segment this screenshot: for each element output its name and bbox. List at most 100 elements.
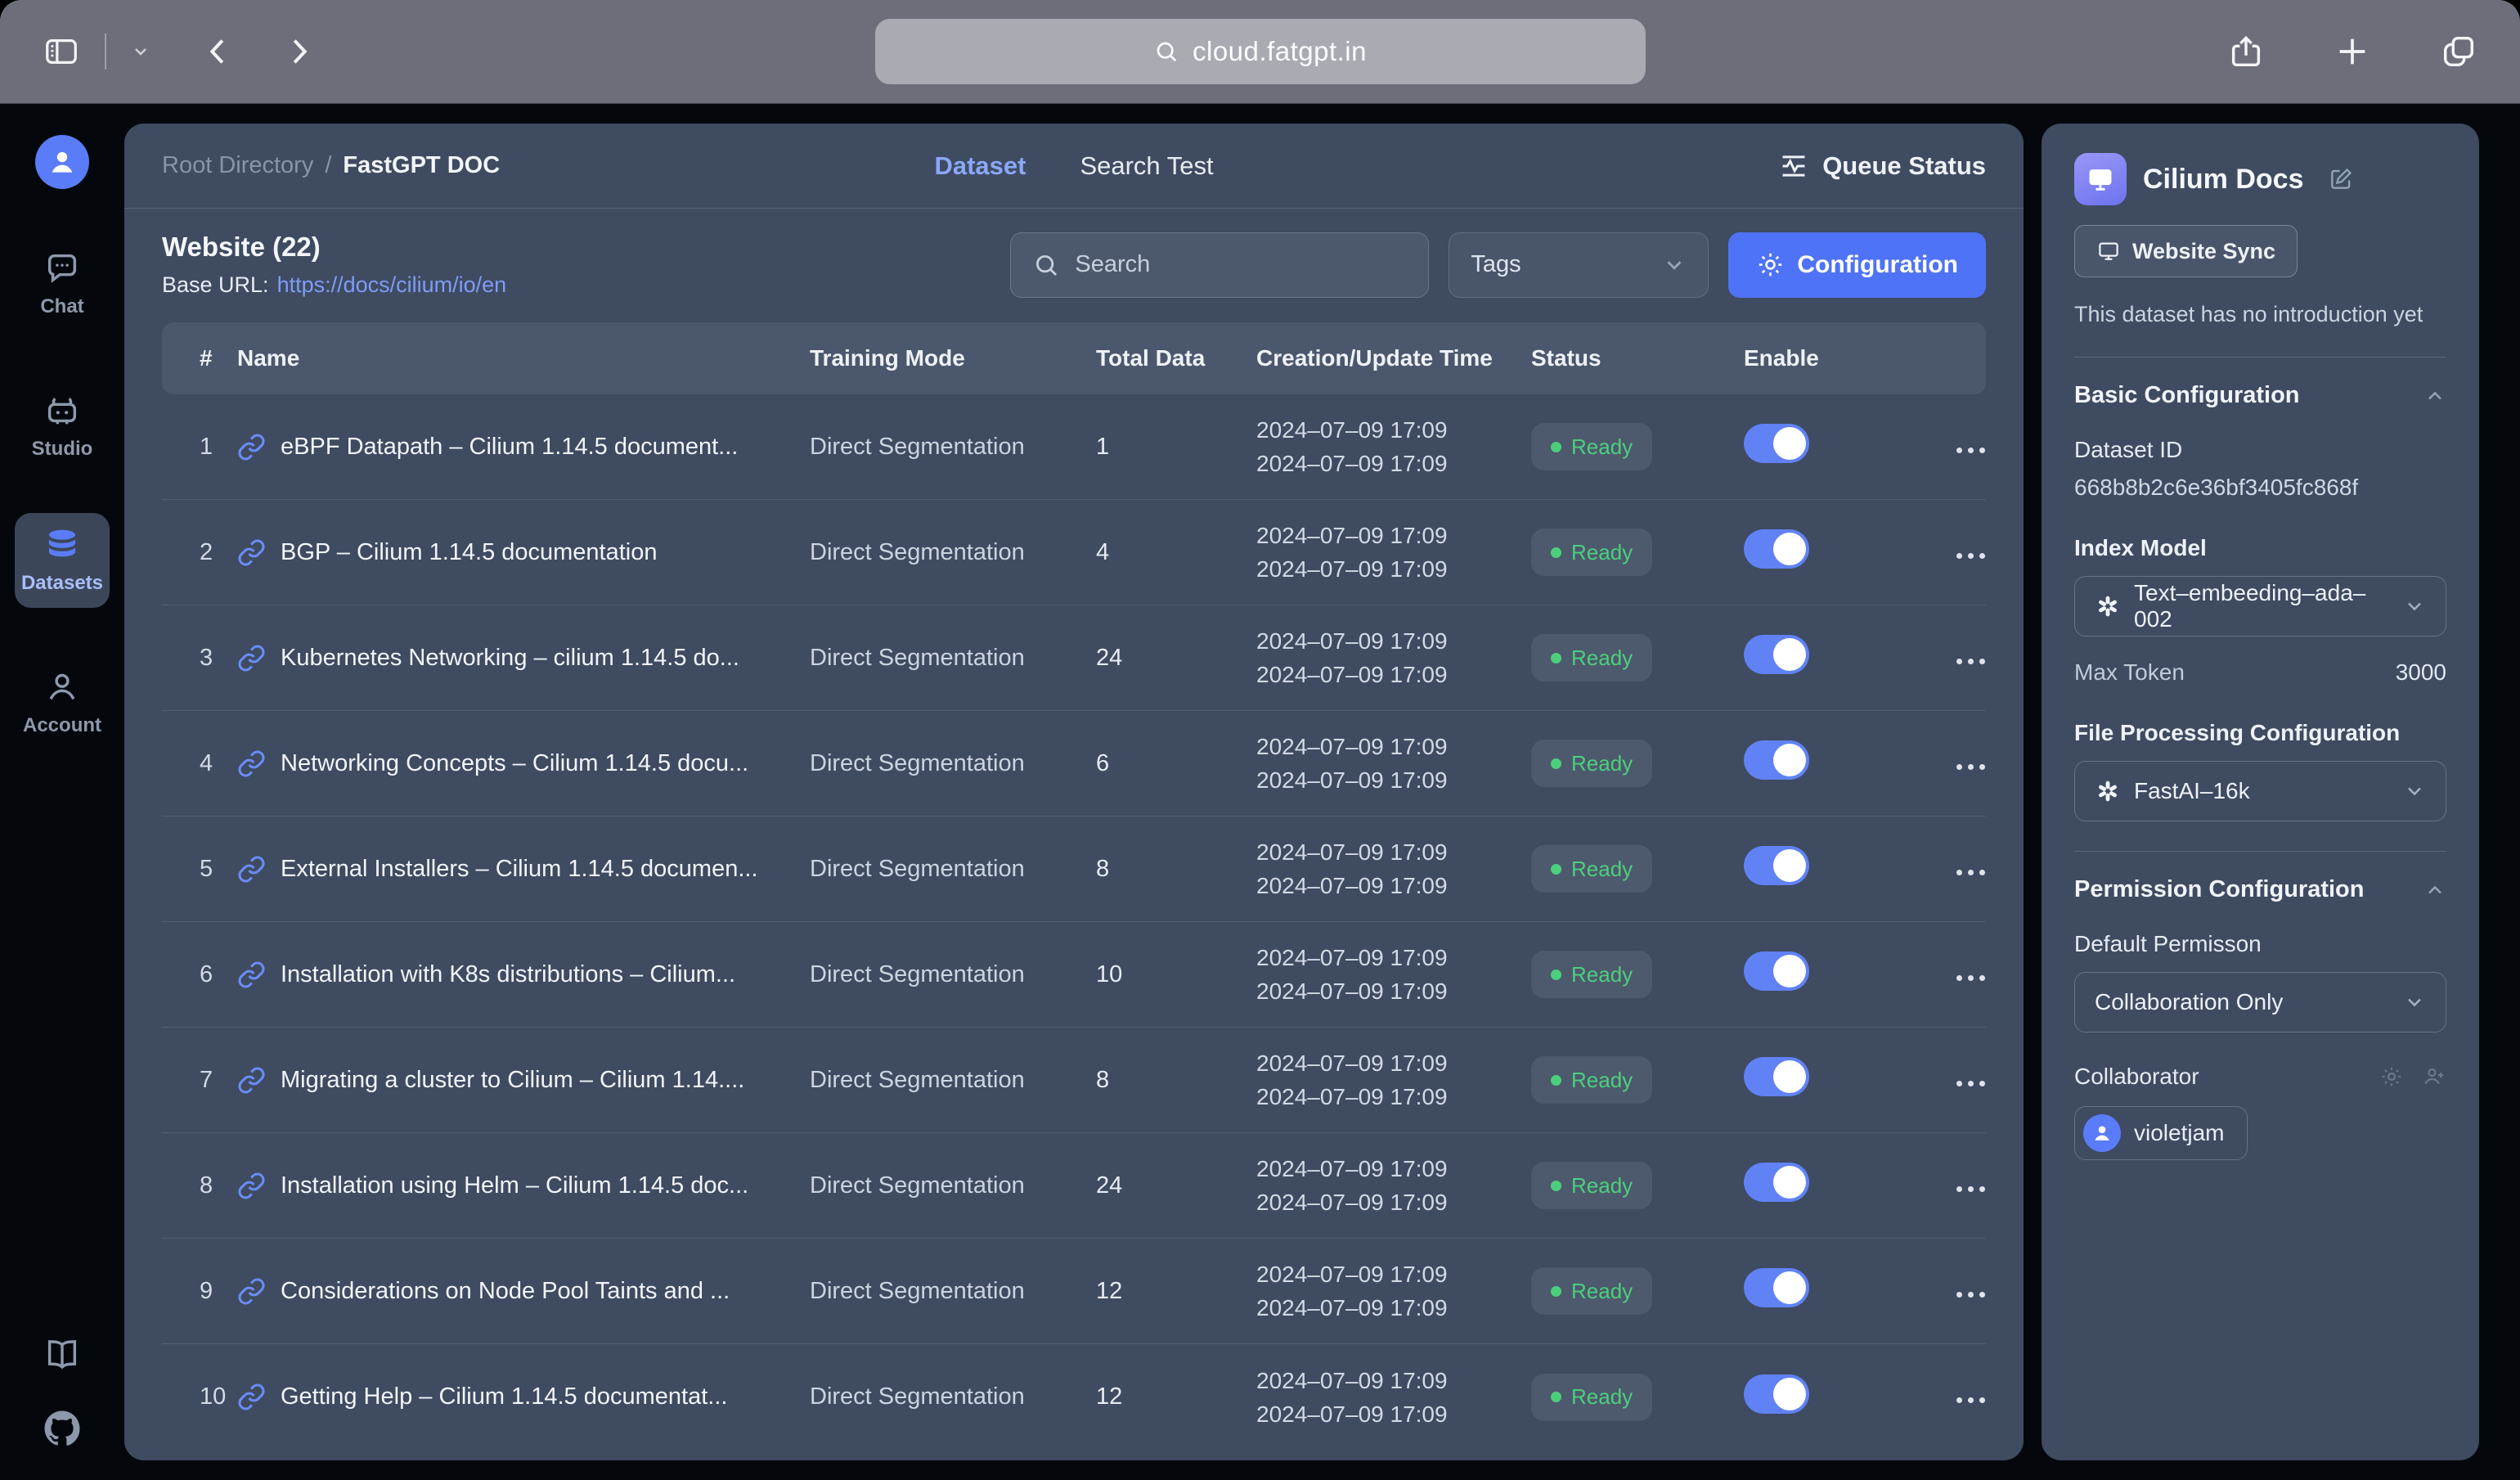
collection-name[interactable]: BGP – Cilium 1.14.5 documentation — [281, 539, 658, 566]
configuration-button[interactable]: Configuration — [1728, 232, 1986, 298]
status-label: Ready — [1571, 646, 1633, 671]
collection-name[interactable]: Networking Concepts – Cilium 1.14.5 docu… — [281, 750, 748, 777]
chevron-down-icon[interactable] — [131, 42, 150, 61]
website-sync-button[interactable]: Website Sync — [2074, 225, 2298, 277]
enable-toggle[interactable] — [1744, 740, 1809, 780]
col-index: # — [162, 345, 237, 371]
row-menu-button[interactable] — [1948, 1389, 1993, 1411]
collection-name[interactable]: External Installers – Cilium 1.14.5 docu… — [281, 856, 758, 883]
index-model-label: Index Model — [2074, 535, 2446, 561]
row-menu-button[interactable] — [1948, 439, 1993, 461]
enable-toggle[interactable] — [1744, 1374, 1809, 1414]
collection-name[interactable]: Migrating a cluster to Cilium – Cilium 1… — [281, 1067, 744, 1094]
enable-toggle[interactable] — [1744, 846, 1809, 885]
row-menu-button[interactable] — [1948, 1284, 1993, 1306]
enable-toggle[interactable] — [1744, 951, 1809, 991]
status-badge: Ready — [1531, 634, 1652, 682]
website-sync-label: Website Sync — [2132, 239, 2275, 264]
table-row: 1 eBPF Datapath – Cilium 1.14.5 document… — [162, 394, 1986, 500]
table-header: # Name Training Mode Total Data Creation… — [162, 322, 1986, 394]
col-total-data: Total Data — [1096, 345, 1256, 371]
row-training-mode: Direct Segmentation — [810, 1383, 1096, 1410]
dataset-intro: This dataset has no introduction yet — [2074, 302, 2446, 327]
base-url-link[interactable]: https://docs/cilium/io/en — [277, 272, 507, 298]
collection-name[interactable]: Considerations on Node Pool Taints and .… — [281, 1278, 730, 1305]
row-menu-button[interactable] — [1948, 545, 1993, 567]
github-icon[interactable] — [43, 1410, 81, 1447]
sidebar-item-datasets[interactable]: Datasets — [15, 513, 110, 608]
forward-button[interactable] — [280, 33, 317, 70]
index-model-select[interactable]: Text–embeeding–ada–002 — [2074, 576, 2446, 637]
collection-name[interactable]: Kubernetes Networking – cilium 1.14.5 do… — [281, 645, 739, 672]
default-permission-select[interactable]: Collaboration Only — [2074, 972, 2446, 1032]
row-menu-button[interactable] — [1948, 967, 1993, 989]
tab-overview-icon[interactable] — [2440, 33, 2477, 70]
back-button[interactable] — [200, 33, 237, 70]
row-times: 2024–07–09 17:09 2024–07–09 17:09 — [1256, 1364, 1531, 1431]
row-total-data: 8 — [1096, 1067, 1256, 1094]
sidebar-item-chat[interactable]: Chat — [15, 236, 110, 331]
table-row: 9 Considerations on Node Pool Taints and… — [162, 1239, 1986, 1344]
file-processing-select[interactable]: FastAI–16k — [2074, 761, 2446, 821]
row-create-time: 2024–07–09 17:09 — [1256, 519, 1531, 552]
search-box[interactable] — [1010, 232, 1429, 298]
row-menu-button[interactable] — [1948, 650, 1993, 673]
status-badge: Ready — [1531, 1056, 1652, 1104]
collaborator-settings-icon[interactable] — [2379, 1064, 2404, 1089]
sidebar-item-account[interactable]: Account — [15, 655, 110, 750]
row-menu-button[interactable] — [1948, 861, 1993, 884]
enable-toggle[interactable] — [1744, 1057, 1809, 1096]
row-update-time: 2024–07–09 17:09 — [1256, 1291, 1531, 1325]
user-avatar[interactable] — [35, 135, 89, 189]
url-text: cloud.fatgpt.in — [1193, 36, 1367, 67]
status-dot-icon — [1551, 442, 1561, 452]
row-index: 9 — [162, 1278, 237, 1305]
breadcrumb-current: FastGPT DOC — [343, 152, 500, 179]
collection-name[interactable]: Installation using Helm – Cilium 1.14.5 … — [281, 1172, 748, 1199]
collaborator-chip[interactable]: violetjam — [2074, 1106, 2248, 1160]
app-page: Chat Studio Datasets — [0, 104, 2520, 1480]
address-bar[interactable]: cloud.fatgpt.in — [875, 19, 1646, 84]
row-times: 2024–07–09 17:09 2024–07–09 17:09 — [1256, 413, 1531, 480]
row-create-time: 2024–07–09 17:09 — [1256, 1364, 1531, 1397]
tab-search-test[interactable]: Search Test — [1080, 151, 1213, 181]
enable-toggle[interactable] — [1744, 529, 1809, 569]
docs-book-icon[interactable] — [43, 1336, 81, 1374]
status-label: Ready — [1571, 1173, 1633, 1199]
enable-toggle[interactable] — [1744, 1163, 1809, 1202]
tab-dataset[interactable]: Dataset — [934, 151, 1026, 181]
table-row: 7 Migrating a cluster to Cilium – Cilium… — [162, 1028, 1986, 1133]
row-index: 4 — [162, 750, 237, 777]
search-input[interactable] — [1075, 251, 1407, 278]
add-collaborator-icon[interactable] — [2422, 1064, 2446, 1089]
search-icon — [1153, 38, 1179, 65]
enable-toggle[interactable] — [1744, 635, 1809, 674]
chevron-up-icon[interactable] — [2423, 879, 2446, 902]
index-model-value: Text–embeeding–ada–002 — [2134, 580, 2390, 632]
sidebar-toggle-icon[interactable] — [43, 33, 80, 70]
row-update-time: 2024–07–09 17:09 — [1256, 658, 1531, 691]
row-training-mode: Direct Segmentation — [810, 1278, 1096, 1305]
edit-icon[interactable] — [2328, 166, 2354, 192]
collection-name[interactable]: Installation with K8s distributions – Ci… — [281, 961, 735, 988]
collection-name[interactable]: eBPF Datapath – Cilium 1.14.5 document..… — [281, 434, 738, 461]
enable-toggle[interactable] — [1744, 1268, 1809, 1307]
dataset-icon — [2074, 153, 2127, 205]
share-icon[interactable] — [2227, 33, 2265, 70]
sidebar-item-studio[interactable]: Studio — [15, 379, 110, 474]
row-menu-button[interactable] — [1948, 756, 1993, 778]
row-menu-button[interactable] — [1948, 1073, 1993, 1095]
status-label: Ready — [1571, 1384, 1633, 1410]
chevron-up-icon[interactable] — [2423, 385, 2446, 407]
enable-toggle[interactable] — [1744, 424, 1809, 463]
row-menu-button[interactable] — [1948, 1178, 1993, 1200]
monitor-icon — [2096, 239, 2121, 263]
breadcrumb-root[interactable]: Root Directory — [162, 152, 313, 179]
collection-name[interactable]: Getting Help – Cilium 1.14.5 documentat.… — [281, 1383, 727, 1410]
queue-status-button[interactable]: Queue Status — [1214, 151, 1986, 182]
new-tab-icon[interactable] — [2334, 33, 2371, 70]
table-body: 1 eBPF Datapath – Cilium 1.14.5 document… — [162, 394, 1986, 1450]
tags-dropdown[interactable]: Tags — [1449, 232, 1709, 298]
status-dot-icon — [1551, 1075, 1561, 1086]
sidebar-item-label: Account — [23, 714, 101, 737]
